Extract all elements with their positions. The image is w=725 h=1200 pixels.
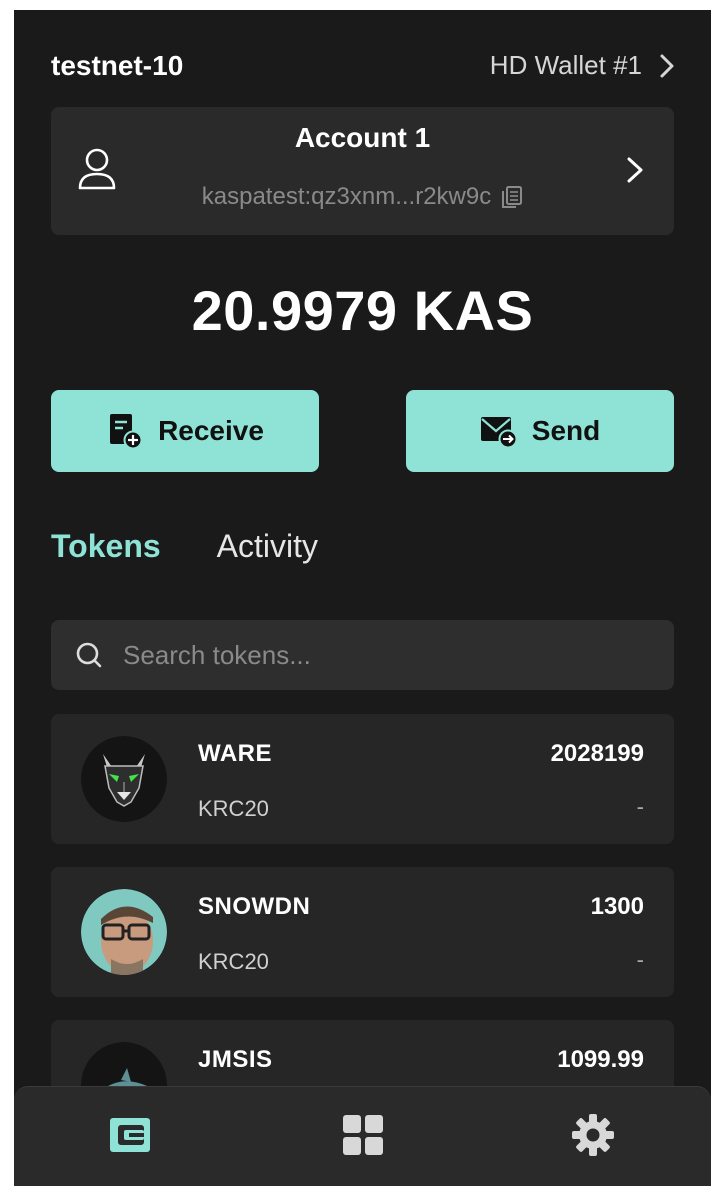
- bottom-navigation: [14, 1086, 711, 1186]
- copy-icon[interactable]: [501, 185, 523, 209]
- token-name: JMSIS: [198, 1046, 273, 1073]
- receive-button[interactable]: Receive: [51, 390, 319, 472]
- token-row[interactable]: SNOWDN KRC20 1300 -: [51, 867, 674, 997]
- send-mail-icon: [480, 417, 518, 449]
- search-input[interactable]: [123, 639, 663, 671]
- token-fiat-value: -: [636, 947, 644, 972]
- token-type: KRC20: [198, 796, 269, 821]
- account-address-row[interactable]: kaspatest:qz3xnm...r2kw9c: [51, 183, 674, 211]
- chevron-right-icon: [627, 157, 643, 183]
- wallet-screen: testnet-10 HD Wallet #1 Account 1 kaspat…: [14, 10, 711, 1186]
- token-search-box: [51, 620, 674, 690]
- person-avatar-icon: [81, 889, 167, 975]
- wolf-logo-icon: [81, 736, 167, 822]
- gear-icon[interactable]: [571, 1113, 615, 1157]
- token-amount: 1099.99: [557, 1046, 644, 1073]
- account-address: kaspatest:qz3xnm...r2kw9c: [201, 183, 492, 210]
- token-amount: 2028199: [550, 740, 644, 767]
- network-label: testnet-10: [51, 50, 184, 81]
- send-label: Send: [531, 415, 601, 446]
- wallet-switcher[interactable]: HD Wallet #1: [490, 50, 676, 81]
- wallet-icon[interactable]: [108, 1113, 152, 1157]
- balance-amount: 20.9979 KAS: [191, 279, 534, 342]
- tab-bar: Tokens Activity: [51, 528, 374, 565]
- receive-icon: [110, 414, 143, 450]
- search-icon: [76, 642, 102, 668]
- tab-activity[interactable]: Activity: [217, 528, 318, 565]
- account-name: Account 1: [294, 122, 431, 153]
- tab-tokens[interactable]: Tokens: [51, 528, 161, 565]
- account-selector[interactable]: Account 1 kaspatest:qz3xnm...r2kw9c: [51, 107, 674, 235]
- token-type: KRC20: [198, 949, 269, 974]
- send-button[interactable]: Send: [406, 390, 674, 472]
- chevron-right-icon: [660, 54, 674, 77]
- token-amount: 1300: [590, 893, 644, 920]
- apps-grid-icon[interactable]: [341, 1113, 385, 1157]
- receive-label: Receive: [158, 415, 264, 446]
- wallet-name: HD Wallet #1: [489, 50, 642, 80]
- token-fiat-value: -: [636, 794, 644, 819]
- token-row[interactable]: WARE KRC20 2028199 -: [51, 714, 674, 844]
- token-name: WARE: [198, 740, 272, 767]
- token-name: SNOWDN: [198, 893, 311, 920]
